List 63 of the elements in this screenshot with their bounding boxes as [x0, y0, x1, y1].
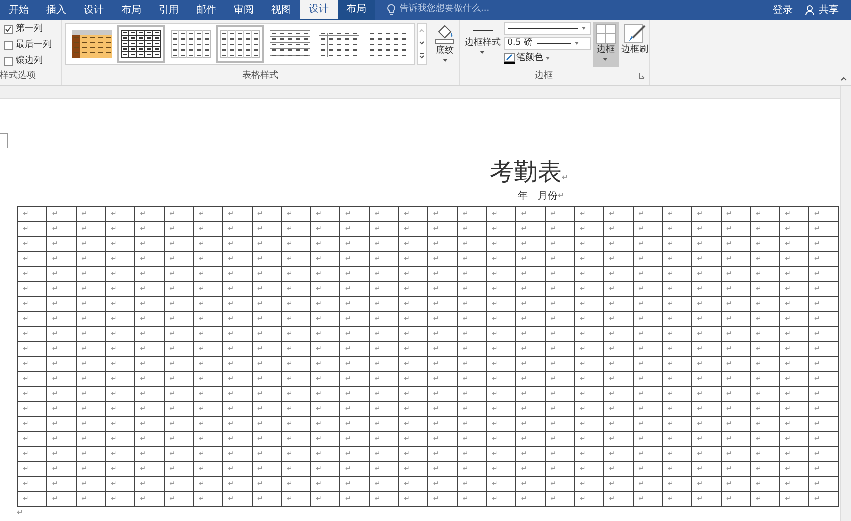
table-style-option[interactable]: [216, 25, 264, 63]
ribbon-tab[interactable]: 开始: [0, 0, 38, 20]
table-style-icon: [170, 30, 211, 58]
ribbon-tab[interactable]: 邮件: [188, 0, 225, 20]
tell-me-field[interactable]: 告诉我您想要做什么...: [400, 3, 490, 17]
ribbon-tab[interactable]: 布局: [112, 0, 150, 20]
group-label: 样式选项: [0, 70, 37, 82]
checkbox[interactable]: [4, 25, 13, 34]
ribbon-tab[interactable]: 布局: [338, 0, 375, 20]
ribbon-tab[interactable]: 审阅: [225, 0, 262, 20]
line-weight-dropdown[interactable]: 0.5 磅: [504, 37, 591, 50]
check-icon: [5, 26, 12, 33]
month-line: 年 月份: [518, 190, 558, 204]
caret-icon: [480, 50, 486, 54]
table-style-icon: [318, 30, 359, 58]
borders-button[interactable]: 边框: [592, 22, 620, 67]
brush-icon: [624, 24, 646, 44]
border-painter-button[interactable]: 边框刷: [621, 22, 649, 58]
ribbon-tab[interactable]: 插入: [38, 0, 75, 20]
page-corner-mark: [0, 133, 8, 149]
caret-icon: [603, 58, 608, 60]
line-style-dropdown[interactable]: [504, 22, 591, 35]
group-label: 边框: [535, 70, 553, 82]
paragraph-mark: ↵: [17, 509, 24, 517]
table-style-option[interactable]: [117, 25, 166, 63]
borders-grid-icon: [596, 24, 616, 44]
checkbox-label: 最后一列: [16, 38, 52, 52]
paint-bucket-icon: [434, 23, 456, 45]
line-icon: [536, 42, 571, 45]
caret-icon: [582, 27, 586, 30]
table-style-icon: [72, 30, 112, 58]
pen-icon: [504, 53, 515, 64]
checkbox-label: 第一列: [16, 22, 43, 36]
table-style-icon: [220, 30, 260, 58]
caret-icon: [574, 42, 579, 45]
checkbox[interactable]: [4, 57, 13, 66]
share-button[interactable]: 共享: [805, 2, 839, 18]
checkbox-label: 镶边列: [16, 54, 43, 68]
table-style-icon: [270, 30, 310, 58]
table-style-icon: [368, 30, 408, 58]
pen-color-button[interactable]: 笔颜色: [504, 52, 591, 65]
ribbon-tab[interactable]: 引用: [150, 0, 188, 20]
ribbon-tab[interactable]: 设计: [75, 0, 112, 20]
ribbon-tab[interactable]: 视图: [262, 0, 300, 20]
paragraph-mark: ↵: [562, 172, 569, 184]
paragraph-mark: ↵: [558, 190, 565, 202]
table-style-icon: [121, 30, 162, 58]
caret-icon: [546, 57, 550, 60]
line-icon: [472, 30, 493, 31]
lightbulb-icon: [387, 4, 396, 16]
caret-icon: [442, 58, 448, 62]
line-icon: [508, 27, 578, 30]
sign-in-link[interactable]: 登录: [773, 2, 793, 18]
document-title: 考勤表: [490, 160, 562, 184]
group-label: 表格样式: [242, 70, 278, 82]
vertical-scrollbar[interactable]: [840, 86, 851, 521]
ribbon-tab[interactable]: 设计: [300, 0, 338, 20]
dialog-launcher-icon[interactable]: [639, 73, 645, 80]
checkbox[interactable]: [4, 41, 13, 50]
shading-button[interactable]: 底纹: [431, 23, 459, 62]
border-styles-button[interactable]: 边框样式: [464, 22, 502, 54]
collapse-ribbon-icon[interactable]: [841, 77, 847, 81]
person-icon: [805, 4, 815, 16]
